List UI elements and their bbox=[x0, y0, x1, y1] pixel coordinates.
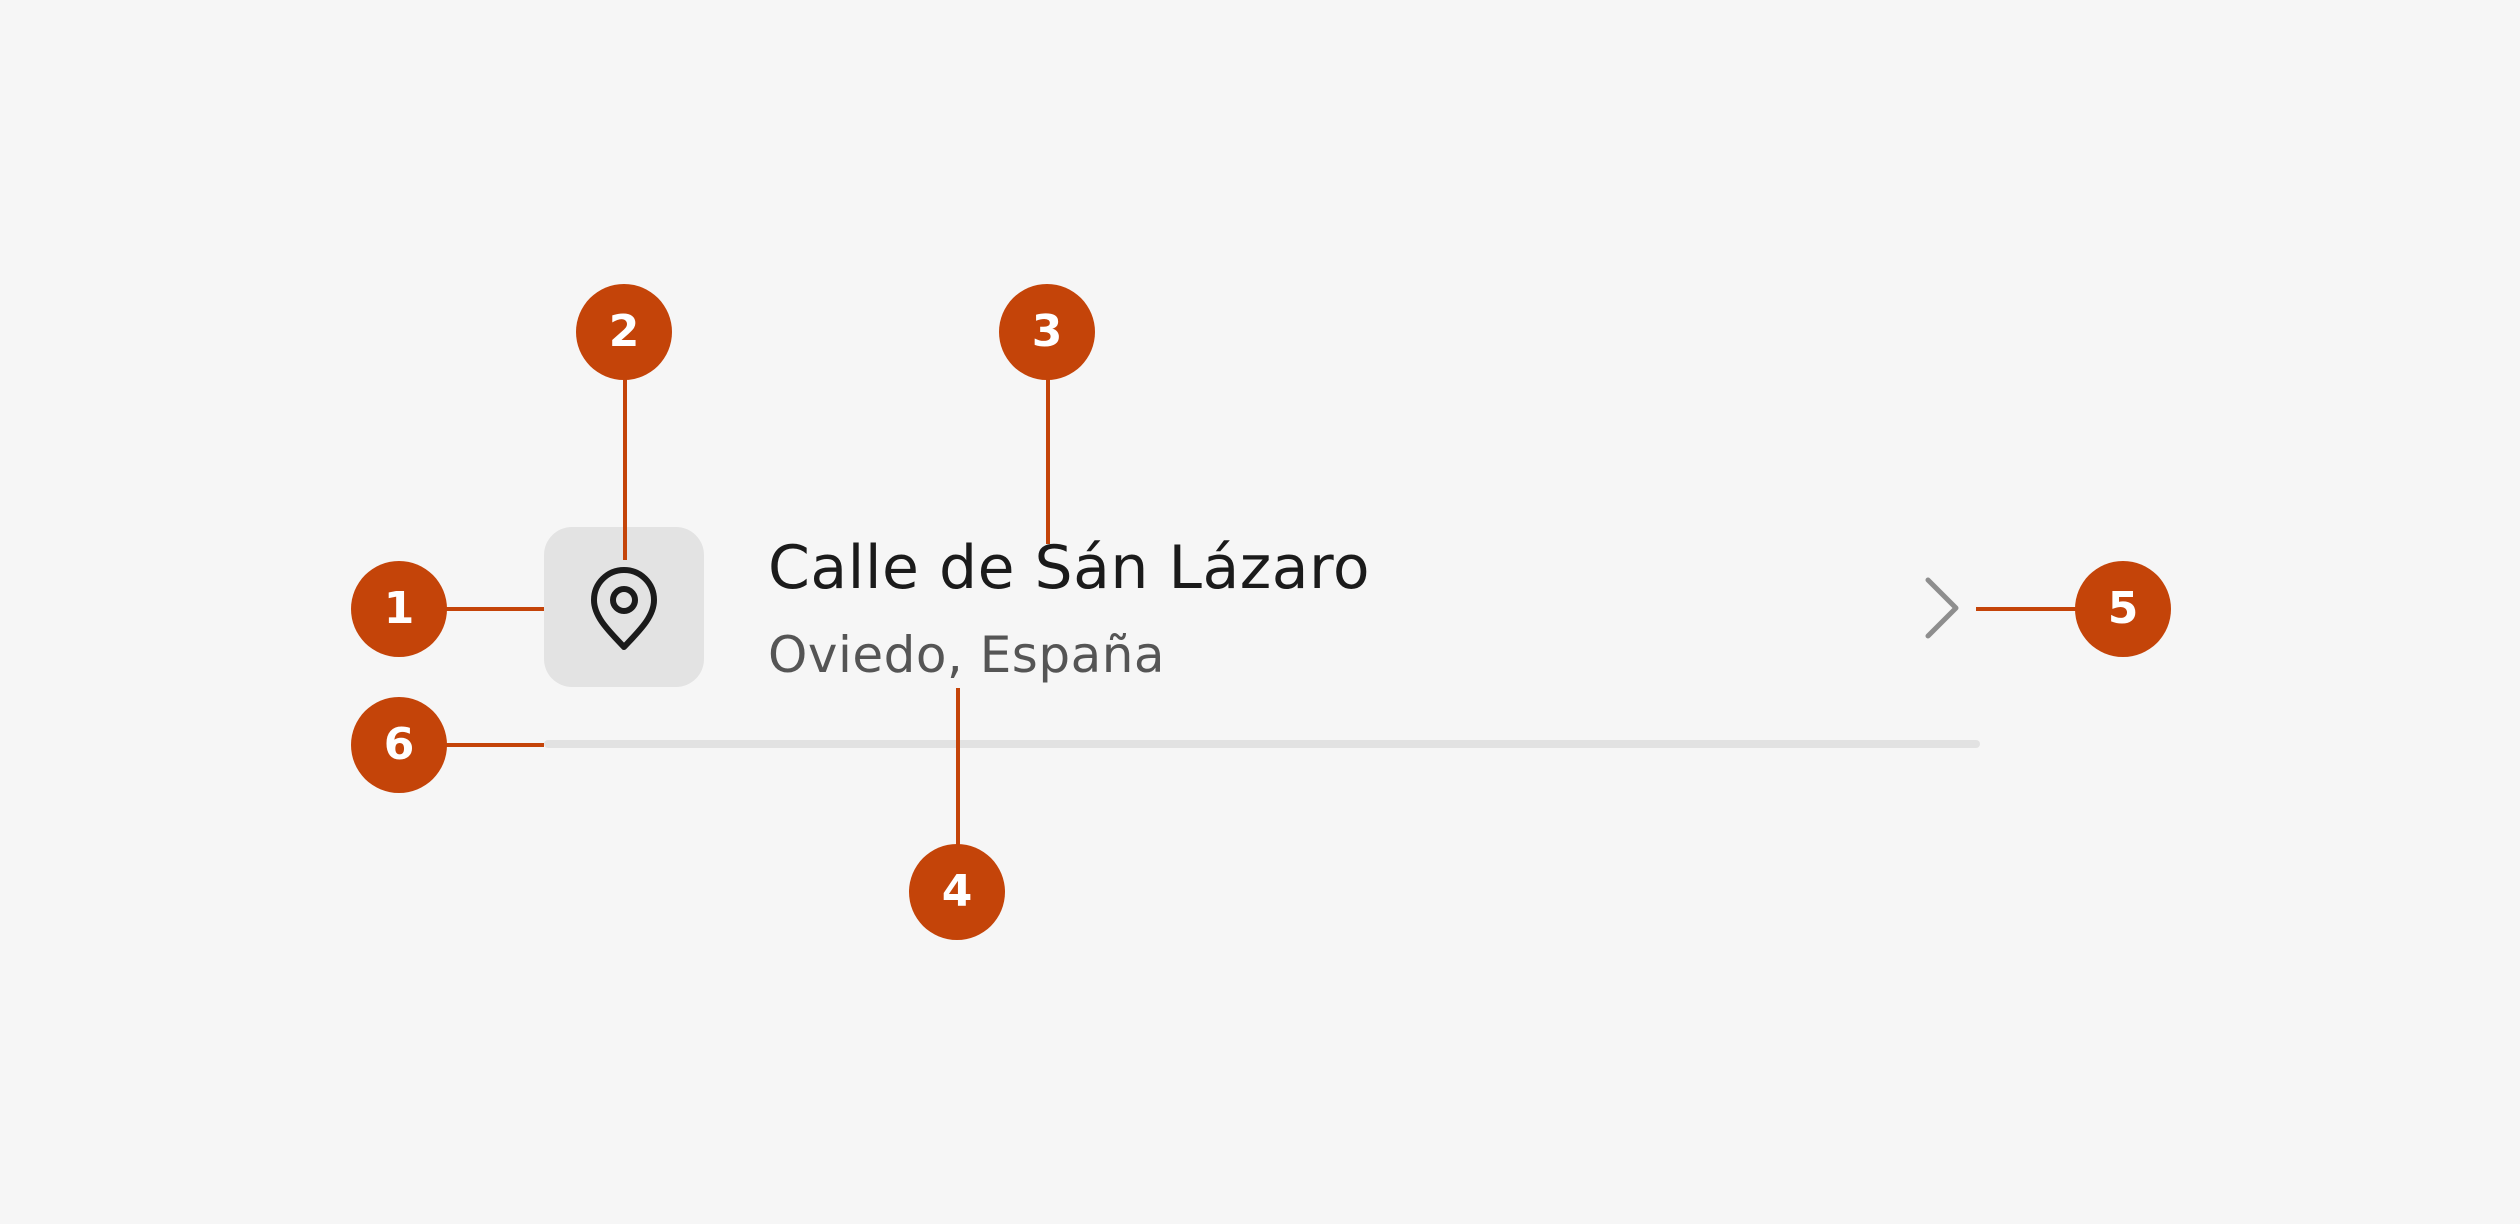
annotation-badge-4: 4 bbox=[909, 844, 1005, 940]
divider bbox=[544, 740, 1980, 748]
annotation-badge-3: 3 bbox=[999, 284, 1095, 380]
leader-line-1 bbox=[446, 607, 544, 611]
leader-line-5 bbox=[1976, 607, 2076, 611]
headline-text: Calle de Sán Lázaro bbox=[768, 533, 1371, 603]
leader-line-6 bbox=[446, 743, 544, 747]
location-pin-icon bbox=[591, 567, 657, 650]
anatomy-diagram: Calle de Sán Lázaro Oviedo, España 1 2 3… bbox=[0, 0, 2520, 1224]
chevron-right-icon[interactable] bbox=[1922, 576, 1962, 640]
annotation-badge-6: 6 bbox=[351, 697, 447, 793]
supporting-text: Oviedo, España bbox=[768, 626, 1166, 684]
annotation-badge-2: 2 bbox=[576, 284, 672, 380]
leader-line-2 bbox=[623, 378, 627, 560]
leader-line-3 bbox=[1046, 378, 1050, 544]
leader-line-4 bbox=[956, 688, 960, 848]
annotation-badge-5: 5 bbox=[2075, 561, 2171, 657]
annotation-badge-1: 1 bbox=[351, 561, 447, 657]
